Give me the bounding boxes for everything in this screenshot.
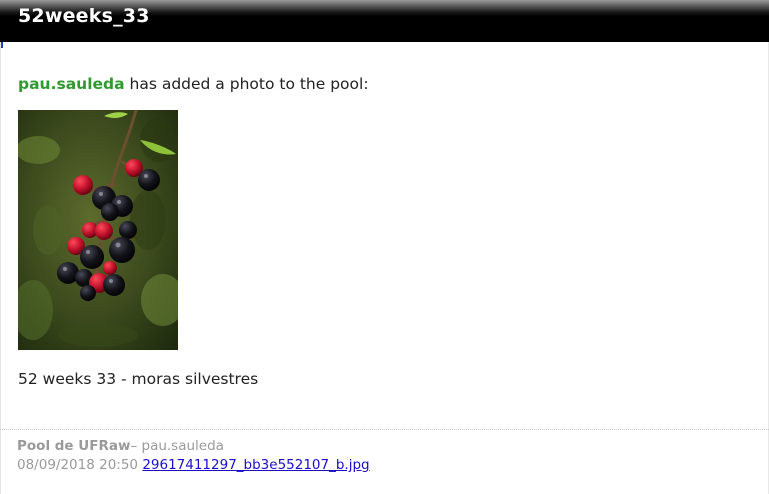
username-link[interactable]: pau.sauleda — [18, 75, 125, 93]
notice-line: pau.sauleda has added a photo to the poo… — [18, 75, 369, 93]
left-border — [0, 42, 1, 494]
footer-divider — [0, 429, 769, 430]
title-bar: 52weeks_33 — [0, 0, 769, 42]
footer-author: – pau.sauleda — [130, 438, 224, 454]
footer-datetime: 08/09/2018 20:50 — [17, 457, 139, 473]
blackberries-photo[interactable] — [18, 110, 178, 350]
photo-caption: 52 weeks 33 - moras silvestres — [18, 370, 259, 388]
footer-pool-line: Pool de UFRaw– pau.sauleda — [17, 438, 224, 454]
footer-meta-line: 08/09/2018 20:50 29617411297_bb3e552107_… — [17, 457, 370, 473]
notice-text: has added a photo to the pool: — [124, 75, 369, 93]
pool-name: Pool de UFRaw — [17, 438, 131, 454]
message-title: 52weeks_33 — [18, 5, 150, 27]
attachment-link[interactable]: 29617411297_bb3e552107_b.jpg — [142, 457, 369, 473]
